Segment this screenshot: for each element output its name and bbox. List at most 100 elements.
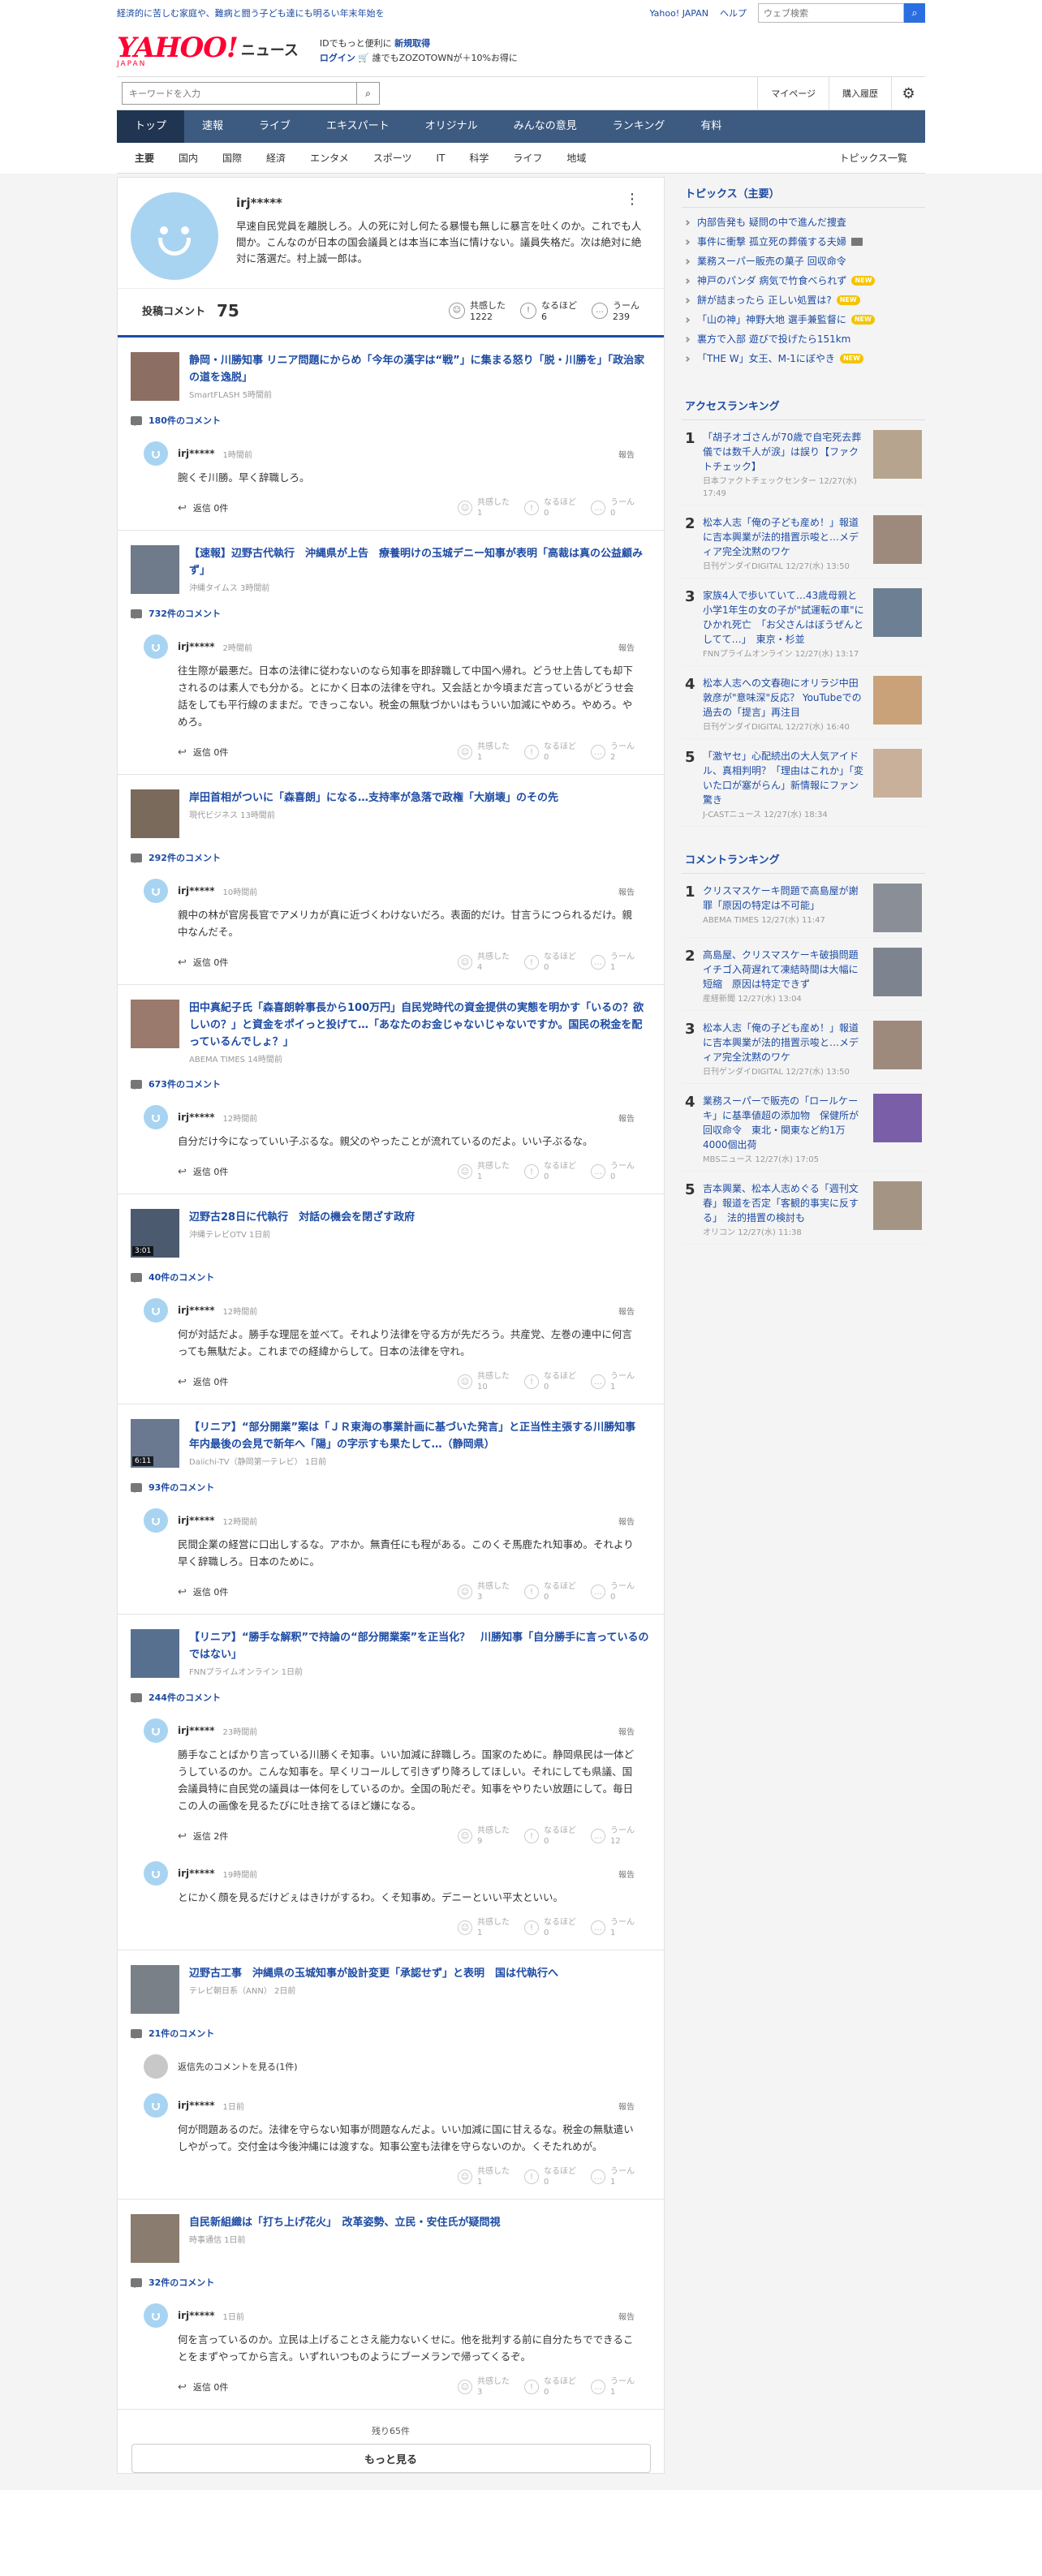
news-search-button[interactable]: ⌕: [357, 82, 380, 105]
subnav-item[interactable]: ライフ: [501, 151, 554, 165]
article-title[interactable]: 【速報】辺野古代執行 沖縄県が上告 療養明けの玉城デニー知事が表明「高裁は真の公…: [189, 545, 651, 579]
rank-thumbnail[interactable]: [873, 1021, 922, 1069]
agree-button[interactable]: ☺ 共感した 10: [458, 1371, 510, 1392]
rank-thumbnail[interactable]: [873, 749, 922, 798]
tab-category[interactable]: ライブ: [241, 110, 308, 143]
article-thumbnail[interactable]: [131, 1000, 179, 1048]
rank-title[interactable]: 松本人志への文春砲にオリラジ中田敦彦が"意味深"反応？ YouTubeでの過去の…: [703, 676, 867, 720]
naruhodo-button[interactable]: ! なるほど 0: [524, 2166, 576, 2187]
comment-user[interactable]: irj*****: [178, 2100, 215, 2111]
subnav-item[interactable]: エンタメ: [298, 151, 361, 165]
subnav-item[interactable]: IT: [424, 153, 457, 164]
article-thumbnail[interactable]: [131, 2214, 179, 2263]
rank-thumbnail[interactable]: [873, 515, 922, 564]
rank-title[interactable]: 「胡子オゴさんが70歳で自宅死去葬儀では数千人が涙」は誤り【ファクトチェック】: [703, 430, 867, 474]
rank-title[interactable]: 「激ヤセ」心配続出の大人気アイドル、真相判明？「理由はこれか」「変いた口が塞がら…: [703, 749, 867, 807]
rank-title[interactable]: 業務スーパーで販売の「ロールケーキ」に基準値超の添加物 保健所が回収命令 東北・…: [703, 1094, 867, 1152]
comment-count-link[interactable]: 244件のコメント: [131, 1691, 651, 1704]
article-link[interactable]: 3:01 辺野古28日に代執行 対話の機会を閉ざす政府 沖縄テレビOTV 1日前: [131, 1209, 651, 1258]
rank-title[interactable]: 松本人志「俺の子ども産め！」報道に吉本興業が法的措置示唆と…メディア完全沈黙のワ…: [703, 515, 867, 559]
subnav-item[interactable]: スポーツ: [361, 151, 424, 165]
campaign-link[interactable]: 経済的に苦しむ家庭や、難病と闘う子ども達にも明るい年末年始を: [117, 6, 638, 19]
report-link[interactable]: 報告: [618, 448, 635, 460]
article-link[interactable]: 自民新組織は「打ち上げ花火」 改革姿勢、立民・安住氏が疑問視 時事通信 1日前: [131, 2214, 651, 2263]
tab-category[interactable]: 速報: [184, 110, 241, 143]
report-link[interactable]: 報告: [618, 885, 635, 897]
reply-button[interactable]: ↩ 返信 0件: [178, 1375, 228, 1388]
article-title[interactable]: 自民新組織は「打ち上げ花火」 改革姿勢、立民・安住氏が疑問視: [189, 2214, 501, 2231]
topic-item[interactable]: 業務スーパー販売の菓子 回収命令: [683, 252, 922, 271]
agree-button[interactable]: ☺ 共感した 9: [458, 1826, 510, 1847]
uun-button[interactable]: … うーん 1: [591, 2166, 635, 2187]
comment-count-link[interactable]: 21件のコメント: [131, 2027, 651, 2040]
agree-button[interactable]: ☺ 共感した 1: [458, 2166, 510, 2187]
rank-title[interactable]: 家族4人で歩いていて…43歳母親と小学1年生の女の子が"試運転の車"にひかれ死亡…: [703, 588, 867, 647]
uun-button[interactable]: … うーん 0: [591, 1581, 635, 1602]
agree-button[interactable]: ☺ 共感した 1: [458, 742, 510, 763]
uun-button[interactable]: … うーん 0: [591, 497, 635, 518]
ranking-item[interactable]: 1 「胡子オゴさんが70歳で自宅死去葬儀では数千人が涙」は誤り【ファクトチェック】…: [682, 420, 925, 505]
naruhodo-button[interactable]: ! なるほど 0: [524, 2376, 576, 2398]
ranking-item[interactable]: 5 「激ヤセ」心配続出の大人気アイドル、真相判明？「理由はこれか」「変いた口が塞が…: [682, 739, 925, 827]
web-search-input[interactable]: [758, 3, 904, 23]
ranking-item[interactable]: 1 クリスマスケーキ問題で高島屋が謝罪「原因の特定は不可能」 ABEMA TIMES…: [682, 874, 925, 938]
more-button[interactable]: もっと見る: [131, 2444, 651, 2473]
comment-count-link[interactable]: 40件のコメント: [131, 1271, 651, 1284]
comment-user[interactable]: irj*****: [178, 448, 215, 459]
article-link[interactable]: 【速報】辺野古代執行 沖縄県が上告 療養明けの玉城デニー知事が表明「高裁は真の公…: [131, 545, 651, 594]
report-link[interactable]: 報告: [618, 1725, 635, 1737]
uun-button[interactable]: … うーん 1: [591, 1371, 635, 1392]
report-link[interactable]: 報告: [618, 2310, 635, 2322]
uun-button[interactable]: … うーん 1: [591, 952, 635, 973]
comment-count-link[interactable]: 673件のコメント: [131, 1077, 651, 1090]
comment-user[interactable]: irj*****: [178, 2310, 215, 2321]
naruhodo-button[interactable]: ! なるほど 0: [524, 497, 576, 518]
subnav-item[interactable]: 国内: [166, 151, 210, 165]
naruhodo-button[interactable]: ! なるほど 0: [524, 952, 576, 973]
tab-category[interactable]: 有料: [682, 110, 739, 143]
comment-user[interactable]: irj*****: [178, 1725, 215, 1736]
rank-title[interactable]: クリスマスケーキ問題で高島屋が謝罪「原因の特定は不可能」: [703, 884, 867, 913]
agree-button[interactable]: ☺ 共感した 1: [458, 1161, 510, 1182]
naruhodo-button[interactable]: ! なるほど 0: [524, 1581, 576, 1602]
topic-item[interactable]: 事件に衝撃 孤立死の葬儀する夫婦: [683, 232, 922, 252]
comment-count-link[interactable]: 292件のコメント: [131, 851, 651, 864]
rank-title[interactable]: 松本人志「俺の子ども産め！」報道に吉本興業が法的措置示唆と…メディア完全沈黙のワ…: [703, 1021, 867, 1064]
article-thumbnail[interactable]: 3:01: [131, 1209, 179, 1258]
subnav-item[interactable]: 主要: [117, 151, 166, 165]
article-thumbnail[interactable]: [131, 1629, 179, 1678]
subnav-item[interactable]: 経済: [254, 151, 298, 165]
subnav-item[interactable]: 国際: [210, 151, 254, 165]
tab-category[interactable]: トップ: [117, 110, 185, 143]
rank-thumbnail[interactable]: [873, 1181, 922, 1230]
topics-list-link[interactable]: トピックス一覧: [827, 151, 925, 165]
report-link[interactable]: 報告: [618, 641, 635, 653]
reply-button[interactable]: ↩ 返信 0件: [178, 1165, 228, 1178]
article-title[interactable]: 静岡・川勝知事 リニア問題にからめ「今年の漢字は“戦”」に集まる怒り「脱・川勝を…: [189, 352, 651, 386]
uun-button[interactable]: … うーん 12: [591, 1826, 635, 1847]
naruhodo-button[interactable]: ! なるほど 0: [524, 742, 576, 763]
ranking-item[interactable]: 2 高島屋、クリスマスケーキ破損問題 イチゴ入荷遅れて凍結時間は大幅に短縮 原因は…: [682, 938, 925, 1011]
comment-user[interactable]: irj*****: [178, 1868, 215, 1879]
uun-button[interactable]: … うーん 2: [591, 742, 635, 763]
reply-button[interactable]: ↩ 返信 2件: [178, 1830, 228, 1843]
uun-button[interactable]: … うーん 1: [591, 1917, 635, 1938]
reply-button[interactable]: ↩ 返信 0件: [178, 746, 228, 759]
article-link[interactable]: 田中真紀子氏「森喜朗幹事長から100万円」自民党時代の資金提供の実態を明かす「い…: [131, 1000, 651, 1064]
rank-title[interactable]: 高島屋、クリスマスケーキ破損問題 イチゴ入荷遅れて凍結時間は大幅に短縮 原因は特…: [703, 948, 868, 991]
comment-count-link[interactable]: 180件のコメント: [131, 414, 651, 427]
rank-thumbnail[interactable]: [873, 948, 922, 996]
article-thumbnail[interactable]: [131, 789, 179, 838]
naruhodo-button[interactable]: ! なるほど 0: [524, 1161, 576, 1182]
more-vertical-icon[interactable]: ⋮: [625, 191, 639, 208]
uun-button[interactable]: … うーん 1: [591, 2376, 635, 2398]
article-thumbnail[interactable]: 6:11: [131, 1419, 179, 1468]
rank-title[interactable]: 吉本興業、松本人志めぐる「週刊文春」報道を否定「客観的事実に反する」 法的措置の…: [703, 1181, 867, 1225]
help-link[interactable]: ヘルプ: [720, 6, 747, 19]
topic-item[interactable]: 神戸のパンダ 病気で竹食べられず NEW: [683, 271, 922, 290]
mypage-button[interactable]: マイページ: [757, 76, 829, 110]
article-title[interactable]: 田中真紀子氏「森喜朗幹事長から100万円」自民党時代の資金提供の実態を明かす「い…: [189, 1000, 651, 1051]
comment-user[interactable]: irj*****: [178, 1515, 215, 1526]
ranking-item[interactable]: 5 吉本興業、松本人志めぐる「週刊文春」報道を否定「客観的事実に反する」 法的措置…: [682, 1172, 925, 1245]
article-title[interactable]: 岸田首相がついに「森喜朗」になる…支持率が急落で政権「大崩壊」のその先: [189, 789, 558, 806]
